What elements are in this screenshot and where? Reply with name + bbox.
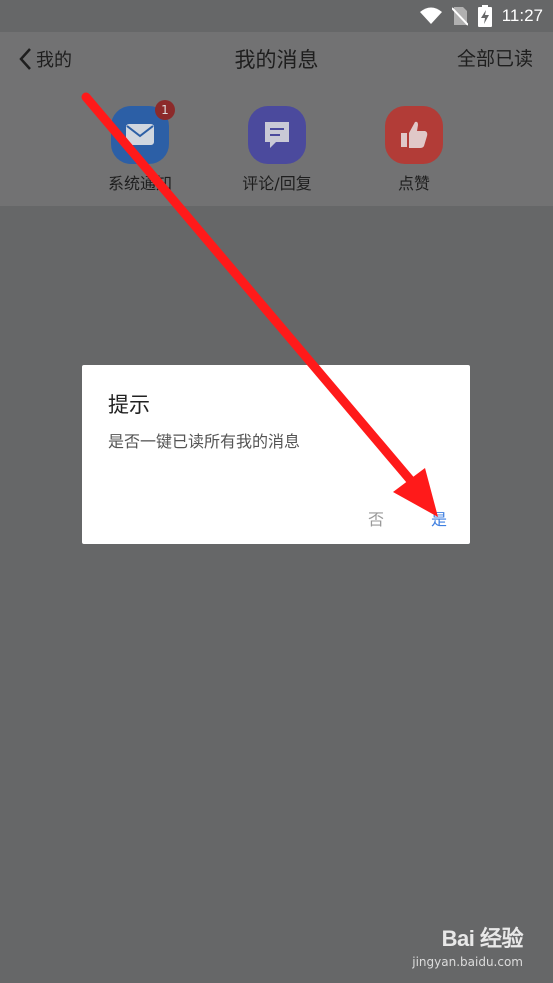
no-sim-icon [451, 7, 468, 26]
category-system-notice[interactable]: 1 系统通知 [90, 100, 190, 194]
screen: 11:27 我的 我的消息 全部已读 1 系统通知 评论/回复 点赞 提示 是否… [0, 0, 553, 983]
message-category-bar: 1 系统通知 评论/回复 点赞 [0, 86, 553, 206]
mark-all-read-button[interactable]: 全部已读 [457, 44, 533, 71]
category-comment-reply[interactable]: 评论/回复 [227, 106, 327, 194]
confirm-dialog: 提示 是否一键已读所有我的消息 否 是 [82, 365, 470, 544]
dialog-title: 提示 [108, 393, 150, 417]
comment-icon [248, 106, 306, 164]
envelope-icon: 1 [111, 100, 175, 164]
watermark-url: jingyan.baidu.com [412, 955, 523, 969]
unread-badge: 1 [155, 100, 175, 120]
dialog-message: 是否一键已读所有我的消息 [108, 432, 301, 451]
category-label: 点赞 [397, 174, 430, 193]
status-time: 11:27 [501, 6, 543, 25]
category-label: 评论/回复 [242, 174, 312, 193]
cancel-button[interactable]: 否 [368, 506, 384, 530]
category-label: 系统通知 [107, 174, 172, 193]
top-nav-bar: 我的 我的消息 全部已读 [0, 32, 553, 86]
thumbs-up-icon [385, 106, 443, 164]
watermark: Bai 经验 jingyan.baidu.com [412, 921, 523, 969]
confirm-button[interactable]: 是 [431, 506, 447, 530]
status-icons: 11:27 [419, 4, 543, 28]
wifi-icon [419, 7, 442, 24]
battery-charging-icon [477, 5, 492, 27]
status-bar: 11:27 [0, 0, 553, 32]
watermark-logo: Bai 经验 [441, 926, 524, 951]
category-likes[interactable]: 点赞 [364, 106, 464, 194]
